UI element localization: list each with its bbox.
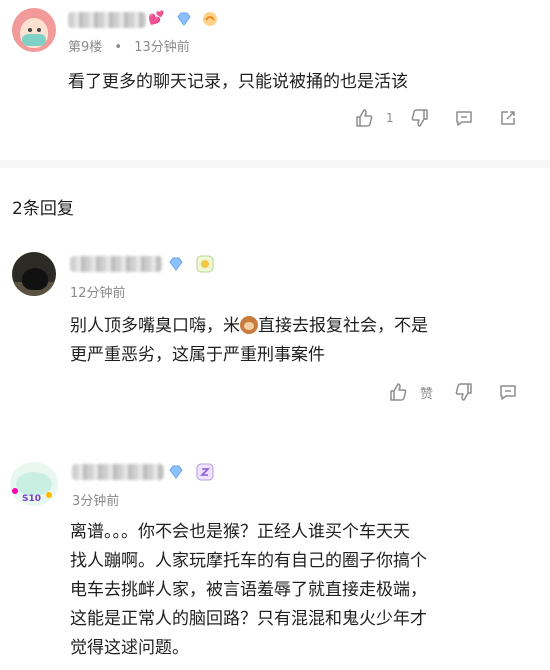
avatar-mask bbox=[22, 34, 46, 46]
comment-icon bbox=[500, 385, 516, 400]
avatar[interactable]: S10 bbox=[10, 462, 58, 506]
username-blurred[interactable] bbox=[70, 256, 162, 272]
thumbs-up-icon bbox=[356, 109, 373, 127]
separator-dot: • bbox=[114, 40, 123, 55]
avatar-eye bbox=[28, 28, 32, 32]
avatar-decoration bbox=[46, 492, 52, 498]
avatar[interactable] bbox=[12, 8, 56, 52]
diamond-icon bbox=[169, 257, 183, 271]
diamond-icon bbox=[177, 12, 191, 26]
floor-number: 第9楼 bbox=[68, 40, 103, 55]
reply-text-part: 别人顶多嘴臭口嗨，米 bbox=[70, 316, 240, 336]
share-icon bbox=[501, 111, 515, 125]
share-button[interactable] bbox=[498, 108, 518, 128]
reply-text: 别人顶多嘴臭口嗨，米 直接去报复社会，不是 更严重恶劣，这属于严重刑事案件 bbox=[70, 312, 428, 370]
thumbs-up-icon bbox=[390, 383, 407, 401]
thumbs-down-icon bbox=[411, 109, 428, 127]
like-button[interactable]: 赞 bbox=[388, 382, 433, 402]
diamond-icon bbox=[169, 465, 183, 479]
avatar-cat bbox=[22, 268, 48, 290]
like-button[interactable]: 1 bbox=[354, 108, 394, 128]
reply-button[interactable] bbox=[498, 382, 518, 402]
comment-time: 13分钟前 bbox=[134, 40, 190, 55]
thumbs-down-icon bbox=[455, 383, 472, 401]
avatar-eye bbox=[37, 28, 41, 32]
dislike-button[interactable] bbox=[410, 108, 430, 128]
fan-badge-icon bbox=[196, 463, 214, 481]
heart-icon: 💕 bbox=[148, 11, 165, 26]
reply-button[interactable] bbox=[454, 108, 474, 128]
avatar-decoration bbox=[12, 488, 18, 494]
monkey-emoji-icon bbox=[240, 316, 258, 334]
username-blurred[interactable] bbox=[72, 464, 164, 480]
avatar-badge: S10 bbox=[22, 494, 42, 504]
level-badge-icon bbox=[196, 255, 214, 273]
comment-text: 看了更多的聊天记录，只能说被捅的也是活该 bbox=[68, 72, 408, 92]
replies-count-header: 2条回复 bbox=[12, 199, 74, 219]
dislike-button[interactable] bbox=[454, 382, 474, 402]
like-count: 1 bbox=[386, 111, 394, 125]
reply-time: 12分钟前 bbox=[70, 286, 126, 301]
fan-badge-icon bbox=[203, 12, 217, 26]
like-label: 赞 bbox=[420, 386, 434, 402]
username-blurred[interactable] bbox=[68, 12, 146, 28]
reply-text: 离谱。。。你不会也是猴？正经人谁买个车天天 找人蹦啊。人家玩摩托车的有自己的圈子… bbox=[70, 522, 427, 658]
section-divider bbox=[0, 160, 550, 168]
comment-icon bbox=[456, 111, 472, 126]
reply-time: 3分钟前 bbox=[72, 494, 120, 509]
avatar[interactable] bbox=[12, 252, 56, 296]
